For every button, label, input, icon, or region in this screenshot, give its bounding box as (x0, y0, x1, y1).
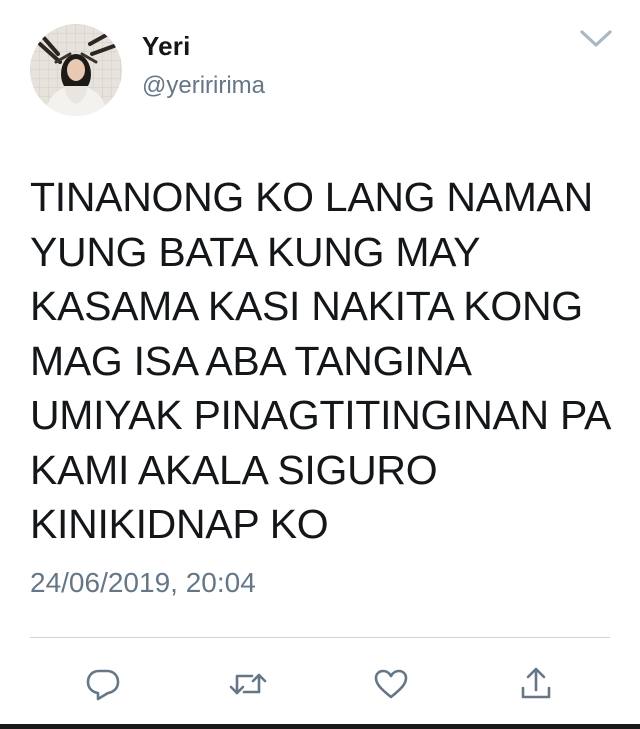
retweet-button[interactable] (226, 662, 270, 706)
share-icon (521, 667, 551, 699)
avatar-image (30, 24, 122, 116)
user-handle[interactable]: @yeriririma (142, 72, 265, 100)
like-button[interactable] (369, 662, 413, 706)
reply-button[interactable] (81, 662, 125, 706)
tweet-card: Yeri @yeriririma TINANONG KO LANG NAMAN … (0, 0, 640, 729)
heart-icon (374, 669, 408, 699)
display-name[interactable]: Yeri (142, 31, 191, 62)
retweet-icon (229, 673, 267, 695)
chevron-down-icon (580, 30, 612, 47)
tweet-options-button[interactable] (578, 28, 614, 50)
divider (30, 637, 610, 638)
tweet-text: TINANONG KO LANG NAMAN YUNG BATA KUNG MA… (30, 174, 611, 547)
reply-icon (86, 669, 120, 701)
avatar[interactable] (30, 24, 122, 116)
tweet-timestamp[interactable]: 24/06/2019, 20:04 (30, 567, 256, 599)
share-button[interactable] (514, 662, 558, 706)
bottom-edge (0, 724, 640, 729)
